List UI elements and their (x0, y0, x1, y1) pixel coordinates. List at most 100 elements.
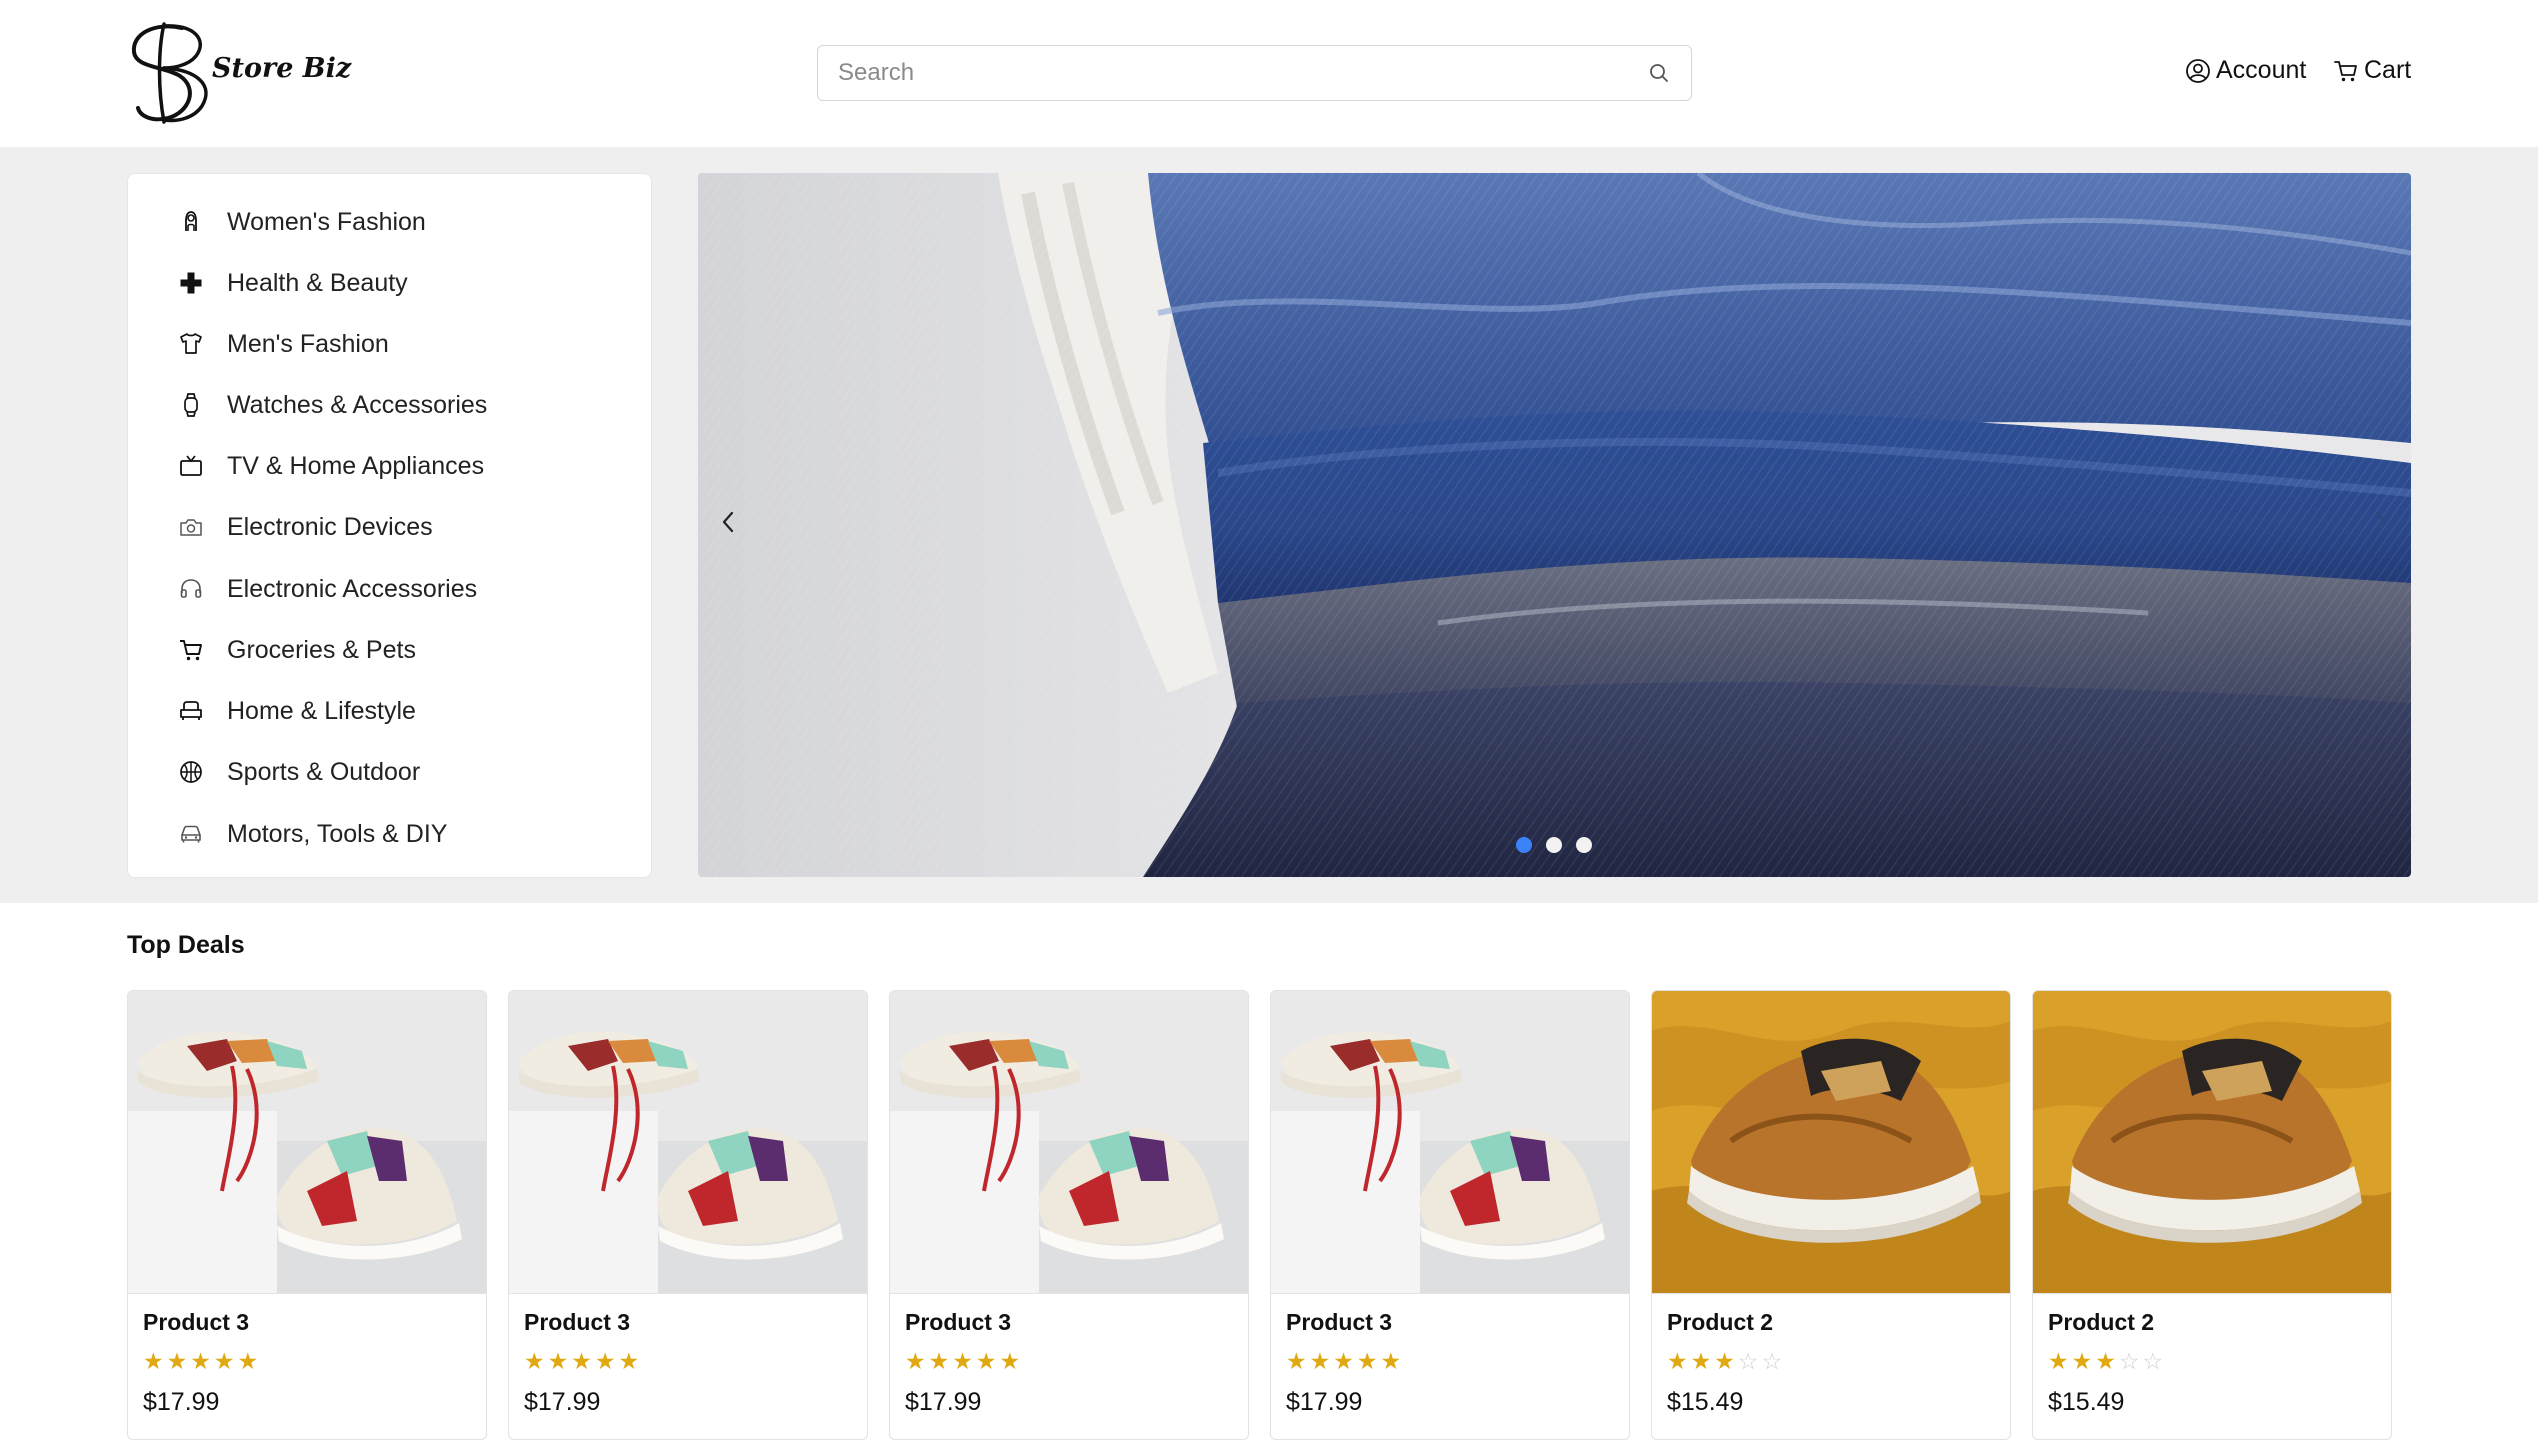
search-icon[interactable] (1647, 61, 1671, 85)
star-filled-icon: ★ (1690, 1349, 1715, 1375)
basketball-icon (176, 757, 206, 787)
product-rating: ★★★☆☆ (2048, 1349, 2166, 1375)
white-sneakers-photo (1271, 991, 1629, 1294)
star-filled-icon: ★ (2048, 1349, 2072, 1375)
chevron-left-icon (722, 511, 734, 533)
woman-icon (176, 207, 206, 237)
category-home-lifestyle[interactable]: Home & Lifestyle (176, 686, 416, 736)
star-empty-icon: ☆ (1761, 1349, 1786, 1375)
hero-carousel[interactable] (698, 173, 2411, 877)
category-motors-tools-diy[interactable]: Motors, Tools & DIY (176, 809, 447, 859)
category-sports-outdoor[interactable]: Sports & Outdoor (176, 747, 420, 797)
sofa-icon (176, 696, 206, 726)
category-label: TV & Home Appliances (227, 451, 485, 480)
product-card[interactable]: Product 3 ★★★★★ $17.99 (1270, 990, 1630, 1440)
category-tv-home-appliances[interactable]: TV & Home Appliances (176, 441, 484, 491)
category-label: Sports & Outdoor (227, 757, 421, 786)
star-filled-icon: ★ (1333, 1349, 1357, 1375)
star-empty-icon: ☆ (1737, 1349, 1762, 1375)
headphones-icon (176, 574, 206, 604)
star-filled-icon: ★ (166, 1349, 191, 1375)
star-empty-icon: ☆ (2142, 1349, 2167, 1375)
category-sidebar: Women's Fashion Health & Beauty Men's Fa… (127, 173, 652, 878)
category-label: Motors, Tools & DIY (227, 819, 448, 848)
product-price: $17.99 (1286, 1388, 1363, 1416)
star-filled-icon: ★ (1309, 1349, 1334, 1375)
brown-sneaker-photo (2033, 991, 2391, 1294)
carousel-dot[interactable] (1546, 837, 1562, 853)
product-rating: ★★★★★ (905, 1349, 1023, 1375)
category-label: Electronic Accessories (227, 574, 478, 603)
category-label: Electronic Devices (227, 512, 433, 541)
product-card[interactable]: Product 2 ★★★☆☆ $15.49 (1651, 990, 2011, 1440)
product-card[interactable]: Product 3 ★★★★★ $17.99 (889, 990, 1249, 1440)
star-filled-icon: ★ (952, 1349, 976, 1375)
chevron-right-icon (2375, 511, 2387, 533)
category-electronic-devices[interactable]: Electronic Devices (176, 502, 433, 552)
product-name: Product 3 (143, 1309, 250, 1335)
white-sneakers-photo (128, 991, 486, 1294)
category-health-beauty[interactable]: Health & Beauty (176, 258, 408, 308)
product-name: Product 3 (905, 1309, 1012, 1335)
star-filled-icon: ★ (2095, 1349, 2119, 1375)
search-input[interactable] (818, 46, 1647, 100)
category-womens-fashion[interactable]: Women's Fashion (176, 197, 426, 247)
cart-link[interactable]: Cart (2333, 56, 2411, 85)
category-mens-fashion[interactable]: Men's Fashion (176, 319, 389, 369)
cart-icon (176, 635, 206, 665)
account-link[interactable]: Account (2185, 56, 2306, 85)
product-rating: ★★★★★ (1286, 1349, 1404, 1375)
white-sneakers-photo (890, 991, 1248, 1294)
camera-icon (176, 512, 206, 542)
watch-icon (176, 390, 206, 420)
search-bar (817, 45, 1692, 101)
site-header: Store Biz Account Cart (0, 0, 2538, 147)
carousel-next-button[interactable] (2361, 497, 2401, 547)
star-filled-icon: ★ (1380, 1349, 1405, 1375)
brown-sneaker-photo (1652, 991, 2010, 1294)
carousel-prev-button[interactable] (708, 497, 748, 547)
star-filled-icon: ★ (1667, 1349, 1691, 1375)
category-label: Watches & Accessories (227, 390, 488, 419)
category-watches-accessories[interactable]: Watches & Accessories (176, 380, 487, 430)
product-price: $17.99 (143, 1388, 220, 1416)
product-card[interactable]: Product 3 ★★★★★ $17.99 (508, 990, 868, 1440)
star-filled-icon: ★ (571, 1349, 595, 1375)
product-card[interactable]: Product 2 ★★★☆☆ $15.49 (2032, 990, 2392, 1440)
star-filled-icon: ★ (2071, 1349, 2096, 1375)
car-icon (176, 819, 206, 849)
category-electronic-accessories[interactable]: Electronic Accessories (176, 564, 477, 614)
white-sneakers-photo (509, 991, 867, 1294)
product-name: Product 2 (1667, 1309, 1774, 1335)
carousel-dot[interactable] (1516, 837, 1532, 853)
star-filled-icon: ★ (190, 1349, 214, 1375)
stacked-jeans-photo (698, 173, 2411, 877)
star-filled-icon: ★ (999, 1349, 1024, 1375)
carousel-dot[interactable] (1576, 837, 1592, 853)
account-label: Account (2216, 56, 2307, 84)
product-card[interactable]: Product 3 ★★★★★ $17.99 (127, 990, 487, 1440)
star-filled-icon: ★ (905, 1349, 929, 1375)
star-filled-icon: ★ (143, 1349, 167, 1375)
category-label: Home & Lifestyle (227, 696, 416, 725)
product-name: Product 3 (524, 1309, 631, 1335)
category-label: Men's Fashion (227, 329, 389, 358)
carousel-indicators (1516, 837, 1592, 853)
tshirt-icon (176, 329, 206, 359)
star-filled-icon: ★ (213, 1349, 238, 1375)
star-filled-icon: ★ (1286, 1349, 1310, 1375)
logo-text: Store Biz (212, 52, 352, 84)
top-deals-title: Top Deals (127, 931, 245, 959)
category-label: Groceries & Pets (227, 635, 416, 664)
cart-icon (2334, 60, 2357, 81)
category-groceries-pets[interactable]: Groceries & Pets (176, 625, 416, 675)
logo-mark-icon (131, 22, 208, 124)
product-name: Product 3 (1286, 1309, 1393, 1335)
star-filled-icon: ★ (928, 1349, 953, 1375)
product-price: $17.99 (905, 1388, 982, 1416)
store-logo[interactable]: Store Biz (124, 20, 351, 126)
star-filled-icon: ★ (237, 1349, 262, 1375)
star-filled-icon: ★ (1714, 1349, 1738, 1375)
star-filled-icon: ★ (1356, 1349, 1381, 1375)
product-price: $15.49 (2048, 1388, 2125, 1416)
